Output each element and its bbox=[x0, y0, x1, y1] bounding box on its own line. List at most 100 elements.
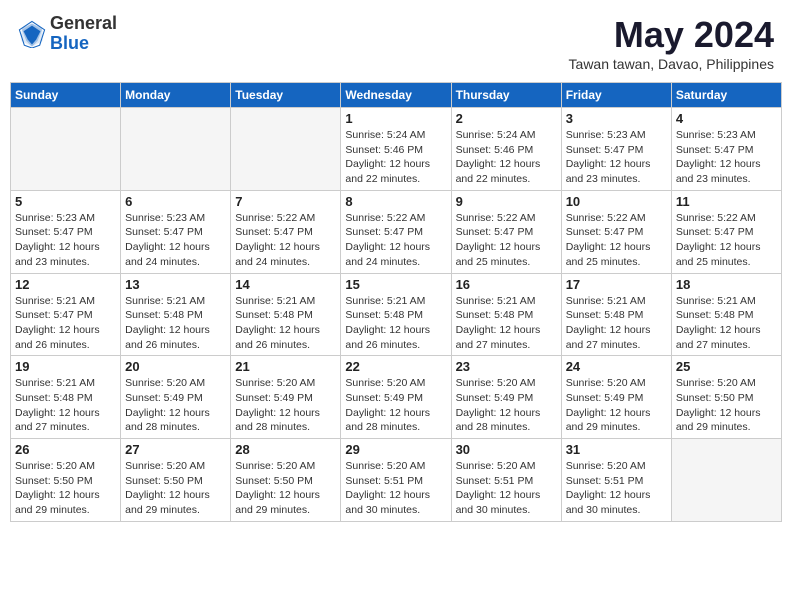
day-number: 10 bbox=[566, 194, 667, 209]
day-number: 4 bbox=[676, 111, 777, 126]
calendar-cell: 2 Sunrise: 5:24 AMSunset: 5:46 PMDaylight… bbox=[451, 108, 561, 191]
day-info: Sunrise: 5:20 AMSunset: 5:49 PMDaylight:… bbox=[456, 376, 557, 435]
page-header: General Blue May 2024 Tawan tawan, Davao… bbox=[10, 10, 782, 76]
day-number: 1 bbox=[345, 111, 446, 126]
calendar-cell: 19 Sunrise: 5:21 AMSunset: 5:48 PMDayligh… bbox=[11, 356, 121, 439]
calendar-week-row: 1 Sunrise: 5:24 AMSunset: 5:46 PMDaylight… bbox=[11, 108, 782, 191]
calendar-week-row: 26Sunrise: 5:20 AMSunset: 5:50 PMDayligh… bbox=[11, 439, 782, 522]
day-info: Sunrise: 5:24 AMSunset: 5:46 PMDaylight:… bbox=[345, 128, 446, 187]
day-number: 21 bbox=[235, 359, 336, 374]
calendar-cell: 24Sunrise: 5:20 AMSunset: 5:49 PMDayligh… bbox=[561, 356, 671, 439]
calendar-cell: 21 Sunrise: 5:20 AMSunset: 5:49 PMDayligh… bbox=[231, 356, 341, 439]
day-info: Sunrise: 5:20 AMSunset: 5:49 PMDaylight:… bbox=[125, 376, 226, 435]
day-info: Sunrise: 5:20 AMSunset: 5:51 PMDaylight:… bbox=[345, 459, 446, 518]
day-number: 29 bbox=[345, 442, 446, 457]
day-info: Sunrise: 5:23 AMSunset: 5:47 PMDaylight:… bbox=[125, 211, 226, 270]
day-info: Sunrise: 5:20 AMSunset: 5:51 PMDaylight:… bbox=[456, 459, 557, 518]
calendar-cell: 23 Sunrise: 5:20 AMSunset: 5:49 PMDayligh… bbox=[451, 356, 561, 439]
calendar-cell: 8Sunrise: 5:22 AMSunset: 5:47 PMDaylight… bbox=[341, 190, 451, 273]
calendar-cell: 1 Sunrise: 5:24 AMSunset: 5:46 PMDaylight… bbox=[341, 108, 451, 191]
day-number: 20 bbox=[125, 359, 226, 374]
day-number: 18 bbox=[676, 277, 777, 292]
location-title: Tawan tawan, Davao, Philippines bbox=[569, 56, 774, 72]
calendar-header-wednesday: Wednesday bbox=[341, 83, 451, 108]
day-info: Sunrise: 5:20 AMSunset: 5:49 PMDaylight:… bbox=[235, 376, 336, 435]
calendar-cell: 12Sunrise: 5:21 AMSunset: 5:47 PMDayligh… bbox=[11, 273, 121, 356]
day-info: Sunrise: 5:21 AMSunset: 5:48 PMDaylight:… bbox=[345, 294, 446, 353]
calendar-cell: 10 Sunrise: 5:22 AMSunset: 5:47 PMDayligh… bbox=[561, 190, 671, 273]
logo-blue-text: Blue bbox=[50, 34, 117, 54]
logo-text: General Blue bbox=[50, 14, 117, 54]
calendar-cell: 22 Sunrise: 5:20 AMSunset: 5:49 PMDayligh… bbox=[341, 356, 451, 439]
calendar-week-row: 12Sunrise: 5:21 AMSunset: 5:47 PMDayligh… bbox=[11, 273, 782, 356]
calendar-cell: 6 Sunrise: 5:23 AMSunset: 5:47 PMDaylight… bbox=[121, 190, 231, 273]
day-info: Sunrise: 5:21 AMSunset: 5:48 PMDaylight:… bbox=[456, 294, 557, 353]
day-number: 19 bbox=[15, 359, 116, 374]
day-info: Sunrise: 5:22 AMSunset: 5:47 PMDaylight:… bbox=[456, 211, 557, 270]
logo-general-text: General bbox=[50, 14, 117, 34]
day-info: Sunrise: 5:21 AMSunset: 5:47 PMDaylight:… bbox=[15, 294, 116, 353]
calendar-cell bbox=[11, 108, 121, 191]
day-info: Sunrise: 5:21 AMSunset: 5:48 PMDaylight:… bbox=[566, 294, 667, 353]
day-number: 5 bbox=[15, 194, 116, 209]
day-number: 30 bbox=[456, 442, 557, 457]
title-area: May 2024 Tawan tawan, Davao, Philippines bbox=[569, 14, 774, 72]
calendar-cell: 3 Sunrise: 5:23 AMSunset: 5:47 PMDaylight… bbox=[561, 108, 671, 191]
day-number: 6 bbox=[125, 194, 226, 209]
day-number: 14 bbox=[235, 277, 336, 292]
day-info: Sunrise: 5:23 AMSunset: 5:47 PMDaylight:… bbox=[566, 128, 667, 187]
day-info: Sunrise: 5:20 AMSunset: 5:50 PMDaylight:… bbox=[125, 459, 226, 518]
calendar-week-row: 19 Sunrise: 5:21 AMSunset: 5:48 PMDayligh… bbox=[11, 356, 782, 439]
calendar-header-tuesday: Tuesday bbox=[231, 83, 341, 108]
calendar-cell: 14Sunrise: 5:21 AMSunset: 5:48 PMDayligh… bbox=[231, 273, 341, 356]
calendar-cell: 29 Sunrise: 5:20 AMSunset: 5:51 PMDayligh… bbox=[341, 439, 451, 522]
day-info: Sunrise: 5:24 AMSunset: 5:46 PMDaylight:… bbox=[456, 128, 557, 187]
day-number: 22 bbox=[345, 359, 446, 374]
day-number: 8 bbox=[345, 194, 446, 209]
calendar-week-row: 5 Sunrise: 5:23 AMSunset: 5:47 PMDaylight… bbox=[11, 190, 782, 273]
day-info: Sunrise: 5:21 AMSunset: 5:48 PMDaylight:… bbox=[125, 294, 226, 353]
day-info: Sunrise: 5:23 AMSunset: 5:47 PMDaylight:… bbox=[676, 128, 777, 187]
calendar-cell: 25 Sunrise: 5:20 AMSunset: 5:50 PMDayligh… bbox=[671, 356, 781, 439]
logo: General Blue bbox=[18, 14, 117, 54]
day-number: 7 bbox=[235, 194, 336, 209]
calendar-cell: 30 Sunrise: 5:20 AMSunset: 5:51 PMDayligh… bbox=[451, 439, 561, 522]
calendar-cell: 31Sunrise: 5:20 AMSunset: 5:51 PMDayligh… bbox=[561, 439, 671, 522]
day-info: Sunrise: 5:20 AMSunset: 5:49 PMDaylight:… bbox=[566, 376, 667, 435]
day-info: Sunrise: 5:20 AMSunset: 5:50 PMDaylight:… bbox=[235, 459, 336, 518]
day-info: Sunrise: 5:22 AMSunset: 5:47 PMDaylight:… bbox=[235, 211, 336, 270]
calendar-cell bbox=[121, 108, 231, 191]
calendar-header-saturday: Saturday bbox=[671, 83, 781, 108]
calendar-cell: 28 Sunrise: 5:20 AMSunset: 5:50 PMDayligh… bbox=[231, 439, 341, 522]
calendar-header-thursday: Thursday bbox=[451, 83, 561, 108]
calendar-cell: 20 Sunrise: 5:20 AMSunset: 5:49 PMDayligh… bbox=[121, 356, 231, 439]
day-number: 2 bbox=[456, 111, 557, 126]
calendar-cell bbox=[231, 108, 341, 191]
day-number: 16 bbox=[456, 277, 557, 292]
day-number: 9 bbox=[456, 194, 557, 209]
day-number: 13 bbox=[125, 277, 226, 292]
day-info: Sunrise: 5:20 AMSunset: 5:49 PMDaylight:… bbox=[345, 376, 446, 435]
calendar-cell: 11Sunrise: 5:22 AMSunset: 5:47 PMDayligh… bbox=[671, 190, 781, 273]
day-number: 3 bbox=[566, 111, 667, 126]
day-number: 25 bbox=[676, 359, 777, 374]
calendar-header-monday: Monday bbox=[121, 83, 231, 108]
calendar-cell: 5 Sunrise: 5:23 AMSunset: 5:47 PMDaylight… bbox=[11, 190, 121, 273]
calendar-table: SundayMondayTuesdayWednesdayThursdayFrid… bbox=[10, 82, 782, 522]
day-number: 27 bbox=[125, 442, 226, 457]
calendar-cell: 15Sunrise: 5:21 AMSunset: 5:48 PMDayligh… bbox=[341, 273, 451, 356]
calendar-header-sunday: Sunday bbox=[11, 83, 121, 108]
day-info: Sunrise: 5:23 AMSunset: 5:47 PMDaylight:… bbox=[15, 211, 116, 270]
day-number: 23 bbox=[456, 359, 557, 374]
day-number: 28 bbox=[235, 442, 336, 457]
day-info: Sunrise: 5:21 AMSunset: 5:48 PMDaylight:… bbox=[676, 294, 777, 353]
calendar-cell: 13 Sunrise: 5:21 AMSunset: 5:48 PMDayligh… bbox=[121, 273, 231, 356]
day-info: Sunrise: 5:21 AMSunset: 5:48 PMDaylight:… bbox=[15, 376, 116, 435]
day-info: Sunrise: 5:22 AMSunset: 5:47 PMDaylight:… bbox=[566, 211, 667, 270]
day-info: Sunrise: 5:20 AMSunset: 5:50 PMDaylight:… bbox=[676, 376, 777, 435]
calendar-header-friday: Friday bbox=[561, 83, 671, 108]
calendar-header-row: SundayMondayTuesdayWednesdayThursdayFrid… bbox=[11, 83, 782, 108]
day-number: 17 bbox=[566, 277, 667, 292]
calendar-cell: 9 Sunrise: 5:22 AMSunset: 5:47 PMDaylight… bbox=[451, 190, 561, 273]
calendar-cell: 27 Sunrise: 5:20 AMSunset: 5:50 PMDayligh… bbox=[121, 439, 231, 522]
